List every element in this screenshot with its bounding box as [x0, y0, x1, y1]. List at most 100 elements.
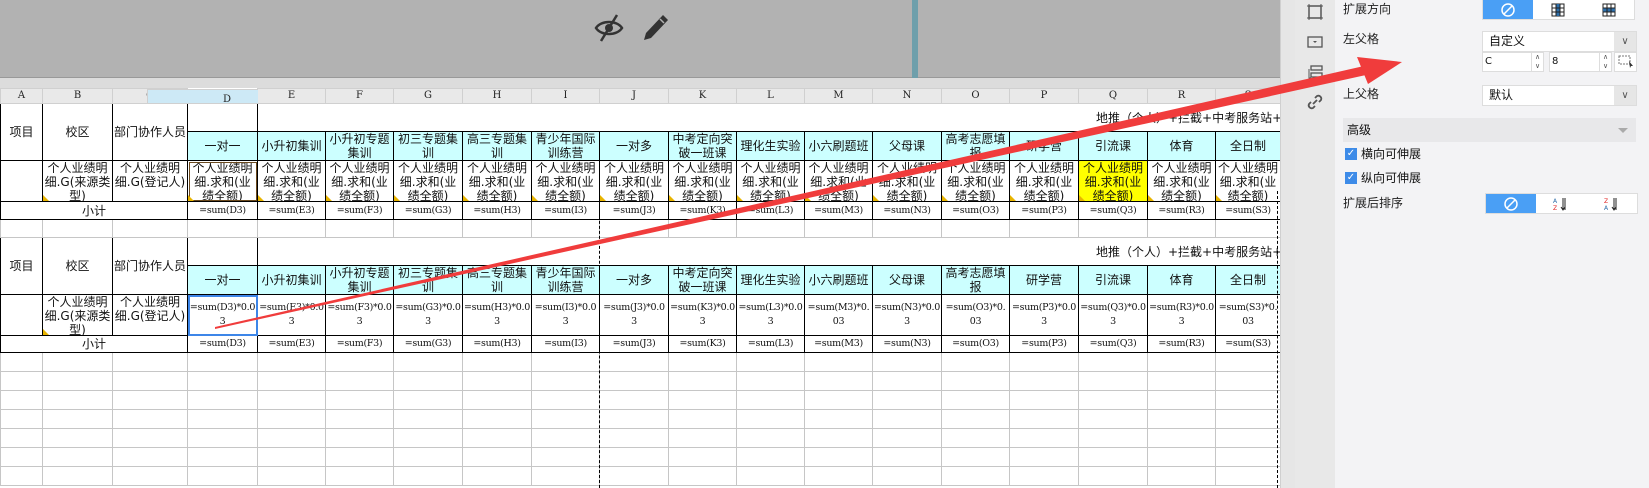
empty-cell[interactable]: [1078, 447, 1148, 467]
empty-cell[interactable]: [393, 219, 463, 238]
empty-cell[interactable]: [941, 409, 1010, 429]
empty-cell[interactable]: [599, 219, 669, 238]
column-header-e[interactable]: E: [257, 88, 326, 104]
header-campus[interactable]: 校区: [42, 103, 113, 161]
empty-cell[interactable]: [0, 219, 43, 238]
empty-cell[interactable]: [1009, 390, 1079, 410]
header-blank[interactable]: [187, 237, 258, 266]
subtotal-cell-l[interactable]: =sum(L3): [736, 201, 805, 220]
empty-cell[interactable]: [42, 371, 113, 391]
subtotal-cell-g[interactable]: =sum(G3): [393, 201, 463, 220]
empty-cell[interactable]: [1078, 352, 1148, 372]
empty-cell[interactable]: [1147, 447, 1216, 467]
empty-cell[interactable]: [257, 428, 326, 448]
value-cell-d[interactable]: 个人业绩明细.求和(业绩全额): [187, 160, 258, 202]
empty-cell[interactable]: [42, 466, 113, 486]
subheader-d[interactable]: 一对一: [187, 131, 258, 161]
empty-cell[interactable]: [393, 447, 463, 467]
empty-cell[interactable]: [325, 447, 394, 467]
empty-cell[interactable]: [0, 371, 43, 391]
subheader-i[interactable]: 青少年国际训练营: [531, 265, 600, 295]
value-cell-e[interactable]: 个人业绩明细.求和(业绩全额): [257, 160, 326, 202]
value-cell-p[interactable]: 个人业绩明细.求和(业绩全额): [1009, 160, 1079, 202]
value-cell-s[interactable]: 个人业绩明细.求和(业绩全额): [1215, 160, 1280, 202]
empty-cell[interactable]: [668, 352, 737, 372]
empty-cell[interactable]: [1215, 428, 1280, 448]
empty-cell[interactable]: [0, 428, 43, 448]
value-cell-k[interactable]: =sum(K3)*0.03: [668, 294, 737, 336]
subtotal-cell-h[interactable]: =sum(H3): [462, 335, 532, 353]
empty-cell[interactable]: [668, 371, 737, 391]
empty-cell[interactable]: [0, 409, 43, 429]
empty-cell[interactable]: [1009, 428, 1079, 448]
empty-cell[interactable]: [325, 466, 394, 486]
empty-cell[interactable]: [42, 409, 113, 429]
empty-cell[interactable]: [599, 371, 669, 391]
value-cell-p[interactable]: =sum(P3)*0.03: [1009, 294, 1079, 336]
empty-cell[interactable]: [187, 390, 258, 410]
value-cell-f[interactable]: =sum(F3)*0.03: [325, 294, 394, 336]
empty-cell[interactable]: [187, 447, 258, 467]
expand-list-icon[interactable]: [1306, 63, 1324, 81]
sort-ascending-button[interactable]: AZ: [1536, 194, 1586, 213]
spreadsheet-grid[interactable]: ABCDEFGHIJKLMNOPQRS项目校区部门协作人员地推（个人）+拦截+中…: [0, 88, 1280, 488]
column-header-b[interactable]: B: [42, 88, 113, 104]
subtotal-cell-e[interactable]: =sum(E3): [257, 201, 326, 220]
dept-field-cell[interactable]: 个人业绩明细.G(登记人): [112, 294, 188, 336]
subtotal-label[interactable]: 小计: [0, 201, 188, 220]
empty-cell[interactable]: [393, 390, 463, 410]
value-cell-q[interactable]: =sum(Q3)*0.03: [1078, 294, 1148, 336]
subheader-e[interactable]: 小升初集训: [257, 131, 326, 161]
empty-cell[interactable]: [462, 390, 532, 410]
value-cell-r[interactable]: 个人业绩明细.求和(业绩全额): [1147, 160, 1216, 202]
empty-cell[interactable]: [1147, 371, 1216, 391]
subtotal-cell-g[interactable]: =sum(G3): [393, 335, 463, 353]
subtotal-cell-d[interactable]: =sum(D3): [187, 335, 258, 353]
empty-cell[interactable]: [112, 447, 188, 467]
value-cell-h[interactable]: =sum(H3)*0.03: [462, 294, 532, 336]
subheader-f[interactable]: 小升初专题集训: [325, 131, 394, 161]
empty-cell[interactable]: [736, 428, 805, 448]
empty-cell[interactable]: [187, 371, 258, 391]
value-cell-r[interactable]: =sum(R3)*0.03: [1147, 294, 1216, 336]
empty-cell[interactable]: [941, 352, 1010, 372]
subheader-n[interactable]: 父母课: [872, 265, 942, 295]
empty-cell[interactable]: [42, 390, 113, 410]
subheader-r[interactable]: 体育: [1147, 265, 1216, 295]
empty-cell[interactable]: [531, 352, 600, 372]
empty-cell[interactable]: [1078, 390, 1148, 410]
empty-cell[interactable]: [112, 219, 188, 238]
subheader-e[interactable]: 小升初集训: [257, 265, 326, 295]
empty-cell[interactable]: [736, 466, 805, 486]
column-header-k[interactable]: K: [668, 88, 737, 104]
subtotal-cell-n[interactable]: =sum(N3): [872, 201, 942, 220]
empty-cell[interactable]: [187, 219, 258, 238]
subheader-n[interactable]: 父母课: [872, 131, 942, 161]
empty-cell[interactable]: [1147, 409, 1216, 429]
value-cell-d[interactable]: =sum(D3)*0.03: [187, 294, 258, 336]
expand-horizontal-button[interactable]: [1584, 0, 1634, 19]
value-cell-e[interactable]: =sum(E3)*0.03: [257, 294, 326, 336]
empty-cell[interactable]: [1215, 390, 1280, 410]
subtotal-cell-q[interactable]: =sum(Q3): [1078, 335, 1148, 353]
empty-cell[interactable]: [941, 447, 1010, 467]
subheader-g[interactable]: 初三专题集训: [393, 131, 463, 161]
left-parent-select[interactable]: 自定义 ∨: [1482, 31, 1637, 52]
empty-cell[interactable]: [668, 219, 737, 238]
value-cell-m[interactable]: 个人业绩明细.求和(业绩全额): [804, 160, 873, 202]
value-cell-q[interactable]: 个人业绩明细.求和(业绩全额): [1078, 160, 1148, 202]
value-cell-j[interactable]: 个人业绩明细.求和(业绩全额): [599, 160, 669, 202]
empty-cell[interactable]: [257, 371, 326, 391]
value-cell-g[interactable]: =sum(G3)*0.03: [393, 294, 463, 336]
empty-cell[interactable]: [736, 447, 805, 467]
empty-cell[interactable]: [1009, 409, 1079, 429]
empty-cell[interactable]: [872, 428, 942, 448]
subtotal-cell-l[interactable]: =sum(L3): [736, 335, 805, 353]
empty-cell[interactable]: [531, 466, 600, 486]
subtotal-cell-f[interactable]: =sum(F3): [325, 201, 394, 220]
empty-cell[interactable]: [1215, 447, 1280, 467]
empty-cell[interactable]: [736, 409, 805, 429]
empty-cell[interactable]: [1147, 428, 1216, 448]
advanced-section-header[interactable]: 高级: [1343, 118, 1636, 142]
subtotal-cell-r[interactable]: =sum(R3): [1147, 201, 1216, 220]
